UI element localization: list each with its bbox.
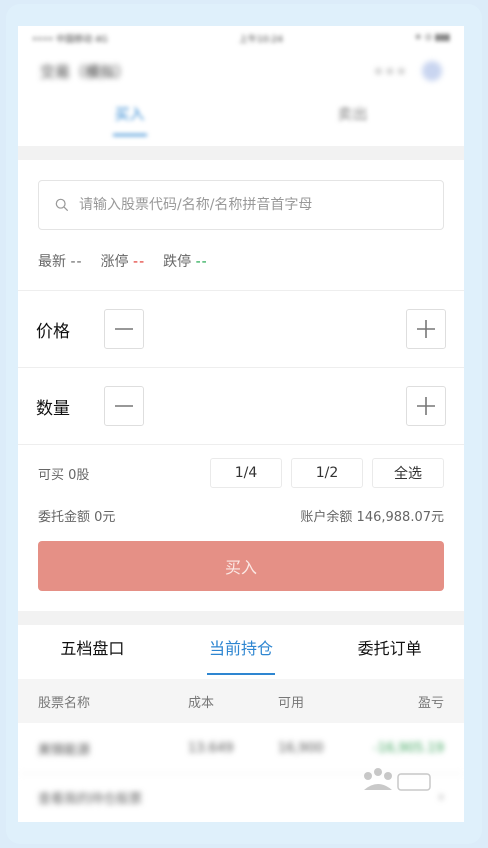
more-icon[interactable]: •••	[374, 62, 408, 81]
quantity-label: 数量	[36, 398, 70, 419]
trade-tabs: 买入 卖出	[18, 92, 464, 146]
latest-label: 最新	[38, 254, 66, 270]
limit-up-label: 涨停	[100, 254, 129, 270]
clock: 上午10:24	[239, 34, 283, 45]
position-fraction-row: 可买 0股 1/4 1/2 全选	[18, 445, 464, 501]
tab-holdings[interactable]: 当前持仓	[167, 625, 316, 679]
stock-name-cell: 美锦能源	[38, 742, 91, 758]
carrier-label: •••• 中国移动 4G	[32, 34, 108, 45]
available-cell: 16,900	[278, 740, 324, 756]
stock-search-box[interactable]	[38, 180, 444, 230]
holdings-table-header: 股票名称 成本 可用 盈亏	[18, 679, 464, 723]
price-label: 价格	[36, 321, 70, 342]
quantity-decrease-button[interactable]	[104, 386, 144, 426]
latest-quote: 最新 --	[38, 251, 83, 271]
account-balance: 账户余额 146,988.07元	[300, 509, 444, 525]
quote-summary: 最新 -- 涨停 -- 跌停 --	[18, 248, 464, 274]
holdings-footer-label: 查看我的持仓股票	[38, 791, 143, 807]
tab-sell[interactable]: 卖出	[241, 92, 464, 146]
limit-down-label: 跌停	[163, 254, 192, 270]
info-tabs: 五档盘口 当前持仓 委托订单	[18, 625, 464, 679]
price-row: 价格	[18, 291, 464, 367]
quantity-row: 数量	[18, 368, 464, 444]
limit-down-quote: 跌停 --	[163, 251, 208, 271]
column-header: 盈亏	[417, 695, 444, 711]
tab-order-book[interactable]: 五档盘口	[18, 625, 167, 679]
latest-value: --	[70, 254, 83, 270]
tab-indicator	[113, 134, 147, 136]
plus-icon	[417, 320, 435, 338]
divider	[18, 611, 464, 625]
status-bar: •••• 中国移动 4G 上午10:24 ✦ ⊙ ▮▮▮	[18, 26, 464, 50]
minus-icon	[115, 328, 133, 330]
close-icon[interactable]	[422, 61, 442, 81]
column-header: 股票名称	[38, 695, 91, 711]
tab-buy[interactable]: 买入	[18, 92, 241, 146]
limit-down-value: --	[195, 254, 208, 270]
page-title: 交易（模拟）	[40, 62, 131, 81]
plus-icon	[417, 397, 435, 415]
half-position-button[interactable]: 1/2	[291, 458, 363, 488]
price-increase-button[interactable]	[406, 309, 446, 349]
buyable-shares: 可买 0股	[38, 467, 90, 483]
limit-up-value: --	[133, 254, 146, 270]
chevron-right-icon: ›	[438, 789, 444, 805]
minus-icon	[115, 405, 133, 407]
stock-search-input[interactable]	[77, 196, 441, 214]
nav-bar: 交易（模拟） •••	[18, 50, 464, 92]
full-position-button[interactable]: 全选	[372, 458, 444, 488]
tab-orders[interactable]: 委托订单	[315, 625, 464, 679]
amount-row: 委托金额 0元 账户余额 146,988.07元	[18, 501, 464, 529]
divider	[18, 146, 464, 160]
quantity-increase-button[interactable]	[406, 386, 446, 426]
fraction-buttons: 1/4 1/2 全选	[210, 458, 444, 488]
phone-screen: •••• 中国移动 4G 上午10:24 ✦ ⊙ ▮▮▮ 交易（模拟） ••• …	[18, 26, 464, 822]
battery-indicator: ✦ ⊙ ▮▮▮	[414, 33, 450, 43]
nav-actions: •••	[374, 61, 442, 81]
buy-button[interactable]: 买入	[38, 541, 444, 591]
price-decrease-button[interactable]	[104, 309, 144, 349]
cost-cell: 13.649	[188, 740, 234, 756]
watermark-logo	[364, 768, 431, 791]
order-amount: 委托金额 0元	[38, 509, 116, 525]
column-header: 成本	[188, 695, 215, 711]
profit-loss-cell: -16,905.19	[373, 740, 444, 756]
quarter-position-button[interactable]: 1/4	[210, 458, 282, 488]
tab-indicator	[207, 673, 275, 675]
limit-up-quote: 涨停 --	[101, 251, 146, 271]
column-header: 可用	[278, 695, 305, 711]
search-icon	[55, 198, 69, 212]
